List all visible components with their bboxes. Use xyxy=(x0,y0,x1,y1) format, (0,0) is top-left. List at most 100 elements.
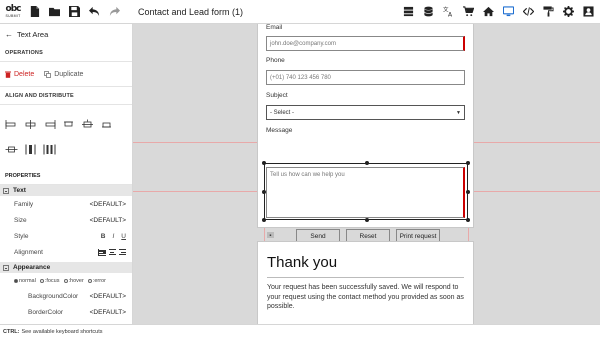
delete-label: Delete xyxy=(14,71,35,78)
delete-button[interactable]: Delete xyxy=(5,71,34,78)
state-error[interactable]: :error xyxy=(87,278,106,284)
background-color-label: BackgroundColor xyxy=(28,292,79,300)
subject-select[interactable]: - Select - ▼ xyxy=(266,105,465,120)
divider xyxy=(267,277,464,278)
operations-row: Delete Duplicate xyxy=(0,62,132,87)
settings-button[interactable] xyxy=(558,2,578,22)
align-top-icon[interactable] xyxy=(62,119,75,130)
distribute-horizontal-icon[interactable] xyxy=(5,144,18,155)
properties-heading: PROPERTIES xyxy=(0,165,132,185)
text-group-header[interactable]: Text xyxy=(0,185,132,196)
font-size-row[interactable]: Size <DEFAULT> xyxy=(0,212,132,228)
design-canvas[interactable]: Email john.doe@company.com Phone (+01) 7… xyxy=(133,24,600,324)
account-button[interactable] xyxy=(578,2,598,22)
cart-button[interactable] xyxy=(458,2,478,22)
redo-button[interactable] xyxy=(104,2,124,22)
text-align-right-icon[interactable] xyxy=(118,249,126,256)
border-color-label: BorderColor xyxy=(28,308,64,316)
message-label: Message xyxy=(266,127,293,134)
folder-icon xyxy=(48,7,60,17)
thank-you-message: Your request has been successfully saved… xyxy=(267,284,464,310)
contact-form-page: Email john.doe@company.com Phone (+01) 7… xyxy=(257,24,474,243)
properties-panel: ← Text Area OPERATIONS Delete Duplicate … xyxy=(0,24,133,324)
resize-handle[interactable] xyxy=(466,190,470,194)
layers-button[interactable] xyxy=(398,2,418,22)
font-size-value[interactable]: <DEFAULT> xyxy=(90,217,126,224)
user-icon xyxy=(582,6,594,17)
resize-handle[interactable] xyxy=(262,190,266,194)
state-hover[interactable]: :hover xyxy=(63,278,84,284)
home-button[interactable] xyxy=(478,2,498,22)
resize-handle[interactable] xyxy=(262,161,266,165)
resize-handle[interactable] xyxy=(466,161,470,165)
back-to-element[interactable]: ← Text Area xyxy=(0,24,132,44)
phone-field[interactable]: (+01) 740 123 456 780 xyxy=(266,70,465,85)
state-selector: normal :focus :hover :error xyxy=(0,273,132,288)
border-color-value[interactable]: <DEFAULT> xyxy=(90,309,126,316)
logo-mark: obc xyxy=(5,4,22,14)
font-family-value[interactable]: <DEFAULT> xyxy=(90,201,126,208)
copy-icon xyxy=(44,71,52,78)
redo-icon xyxy=(109,6,120,17)
status-bar: CTRL: See available keyboard shortcuts xyxy=(0,324,600,338)
paint-roller-icon xyxy=(542,6,554,17)
subject-select-value: - Select - xyxy=(270,109,295,116)
distribute-columns-icon[interactable] xyxy=(43,144,56,155)
save-icon xyxy=(68,6,80,17)
background-color-row[interactable]: BackgroundColor <DEFAULT> xyxy=(0,288,132,304)
align-middle-icon[interactable] xyxy=(81,119,94,130)
state-focus[interactable]: :focus xyxy=(39,278,60,284)
selection-frame xyxy=(262,161,470,222)
resize-handle[interactable] xyxy=(365,161,369,165)
thank-you-page: Thank you Your request has been successf… xyxy=(257,241,474,324)
font-style-label: Style xyxy=(14,232,29,240)
align-bottom-icon[interactable] xyxy=(100,119,113,130)
underline-button[interactable]: U xyxy=(121,233,126,240)
text-group-title: Text xyxy=(13,187,26,194)
translate-button[interactable]: 文A xyxy=(438,2,458,22)
state-normal-label: normal xyxy=(19,278,36,284)
radio-icon xyxy=(39,278,44,283)
font-family-row[interactable]: Family <DEFAULT> xyxy=(0,196,132,212)
resize-handle[interactable] xyxy=(365,218,369,222)
resize-handle[interactable] xyxy=(466,218,470,222)
align-left-icon[interactable] xyxy=(5,119,18,130)
text-alignment-buttons xyxy=(98,248,126,256)
theme-button[interactable] xyxy=(538,2,558,22)
resize-handle[interactable] xyxy=(262,218,266,222)
email-field[interactable]: john.doe@company.com xyxy=(266,36,465,51)
text-align-center-icon[interactable] xyxy=(108,249,116,256)
arrow-left-icon: ← xyxy=(5,29,13,39)
duplicate-button[interactable]: Duplicate xyxy=(44,71,83,78)
svg-text:A: A xyxy=(448,12,453,17)
new-file-button[interactable] xyxy=(24,2,44,22)
bold-button[interactable]: B xyxy=(101,233,106,240)
align-center-horizontal-icon[interactable] xyxy=(24,119,37,130)
state-normal[interactable]: normal xyxy=(14,278,36,284)
state-focus-label: :focus xyxy=(44,278,60,284)
code-icon xyxy=(522,7,534,16)
save-button[interactable] xyxy=(64,2,84,22)
desktop-preview-button[interactable] xyxy=(498,2,518,22)
cart-icon xyxy=(462,6,474,17)
database-button[interactable] xyxy=(418,2,438,22)
element-type-label: Text Area xyxy=(17,29,49,39)
element-icon[interactable]: ■ xyxy=(267,232,274,238)
appearance-group-header[interactable]: Appearance xyxy=(0,262,132,273)
undo-button[interactable] xyxy=(84,2,104,22)
distribute-vertical-icon[interactable] xyxy=(24,144,37,155)
app-logo[interactable]: obc SUBMIT xyxy=(2,1,24,23)
translate-icon: 文A xyxy=(443,6,453,17)
alignment-label: Alignment xyxy=(14,248,43,256)
border-color-row[interactable]: BorderColor <DEFAULT> xyxy=(0,304,132,320)
shortcut-hint[interactable]: See available keyboard shortcuts xyxy=(22,329,103,335)
background-color-value[interactable]: <DEFAULT> xyxy=(90,293,126,300)
align-right-icon[interactable] xyxy=(43,119,56,130)
layers-icon xyxy=(403,6,413,17)
italic-button[interactable]: I xyxy=(112,233,114,240)
gear-icon xyxy=(562,6,574,17)
text-align-left-icon[interactable] xyxy=(98,248,106,256)
code-button[interactable] xyxy=(518,2,538,22)
open-folder-button[interactable] xyxy=(44,2,64,22)
duplicate-label: Duplicate xyxy=(54,71,84,78)
